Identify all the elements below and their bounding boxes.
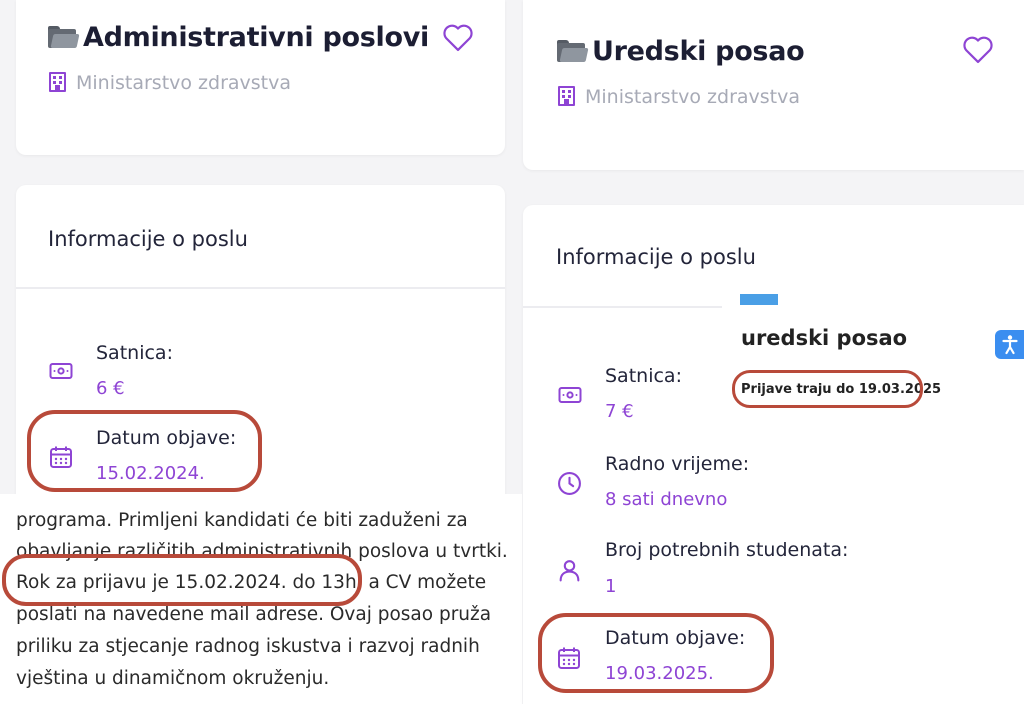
right-job-title-text: Uredski posao	[592, 36, 805, 67]
right-info-divider	[523, 306, 723, 308]
popup-title: uredski posao	[741, 326, 908, 350]
accessibility-button[interactable]	[995, 330, 1024, 359]
popup-deadline-highlight	[732, 370, 923, 408]
description-line: poslati na navedene mail adrese. Ovaj po…	[16, 604, 492, 625]
building-icon	[558, 86, 575, 106]
right-company-text: Ministarstvo zdravstva	[585, 86, 801, 108]
heart-icon[interactable]	[441, 22, 475, 52]
popup-accent-bar	[740, 294, 778, 305]
accessibility-icon	[1002, 335, 1018, 355]
right-field-value-rate: 7 €	[605, 401, 634, 422]
description-line: vještina u dinamičnom okruženju.	[16, 668, 330, 689]
right-field-value-hours: 8 sati dnevno	[605, 489, 728, 510]
description-line: priliku za stjecanje radnog iskustva i r…	[16, 636, 480, 657]
clock-icon	[558, 472, 581, 495]
money-icon	[558, 387, 582, 403]
right-header-card	[523, 0, 1024, 170]
right-field-label-students: Broj potrebnih studenata:	[605, 539, 849, 561]
left-field-label-rate: Satnica:	[96, 342, 173, 364]
user-icon	[559, 560, 580, 582]
left-info-title: Informacije o poslu	[48, 227, 248, 251]
folder-icon	[48, 26, 80, 48]
left-info-divider	[16, 287, 505, 289]
left-company-text: Ministarstvo zdravstva	[76, 72, 292, 94]
right-field-value-students: 1	[605, 576, 617, 597]
right-field-label-rate: Satnica:	[605, 365, 682, 387]
right-company: Ministarstvo zdravstva	[558, 86, 800, 108]
folder-icon	[557, 40, 589, 62]
right-job-title: Uredski posao	[557, 36, 805, 67]
building-icon	[49, 72, 66, 92]
left-company: Ministarstvo zdravstva	[49, 72, 291, 94]
heart-icon[interactable]	[961, 34, 995, 64]
left-field-value-rate: 6 €	[96, 378, 125, 399]
left-job-title: Administrativni poslovi	[48, 22, 429, 53]
right-field-label-hours: Radno vrijeme:	[605, 453, 750, 475]
left-date-highlight	[27, 410, 262, 492]
money-icon	[49, 363, 73, 379]
description-line: programa. Primljeni kandidati će biti za…	[16, 510, 468, 531]
left-job-title-text: Administrativni poslovi	[83, 22, 429, 53]
right-info-title: Informacije o poslu	[556, 245, 756, 269]
deadline-highlight	[2, 554, 362, 606]
right-date-highlight	[538, 613, 774, 693]
